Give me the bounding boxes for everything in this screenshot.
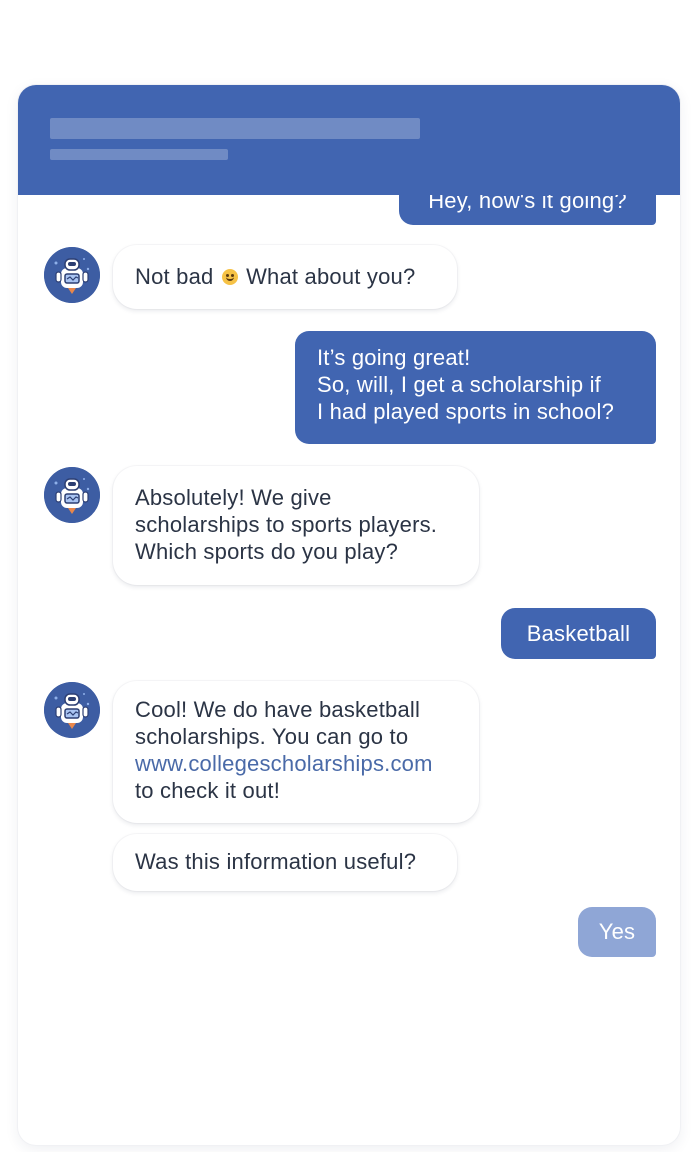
chat-window: Hey, how's it going? Not bad What about …: [18, 85, 680, 1145]
header-title-placeholder: [50, 118, 420, 139]
message-line: scholarships to sports players.: [135, 512, 438, 537]
smiling-face-icon: [221, 269, 238, 285]
quick-reply-yes-button[interactable]: Yes: [578, 907, 656, 957]
header-subtitle-placeholder: [50, 149, 228, 160]
bot-avatar: [44, 682, 100, 738]
message-line: Which sports do you play?: [135, 539, 399, 564]
chat-header: [18, 85, 680, 195]
scholarship-link[interactable]: www.collegescholarships.com: [135, 750, 457, 777]
robot-icon: [44, 247, 100, 303]
message-line: It’s going great!: [317, 345, 471, 370]
user-message: It’s going great! So, will, I get a scho…: [295, 331, 656, 444]
message-text-end: What about you?: [246, 264, 416, 289]
user-message: Basketball: [501, 608, 656, 659]
message-line: to check it out!: [135, 778, 281, 803]
message-line: I had played sports in school?: [317, 399, 615, 424]
bot-avatar: [44, 467, 100, 523]
bot-message: Was this information useful?: [113, 834, 457, 891]
bot-avatar: [44, 247, 100, 303]
message-text: Not bad What about you?: [135, 263, 435, 290]
bot-message: Cool! We do have basketball scholarships…: [113, 681, 479, 823]
bot-message: Absolutely! We give scholarships to spor…: [113, 466, 479, 585]
robot-icon: [44, 682, 100, 738]
message-text: Basketball: [526, 621, 631, 646]
robot-icon: [44, 467, 100, 523]
message-text-start: Not bad: [135, 264, 214, 289]
message-line: scholarships. You can go to: [135, 724, 409, 749]
message-text: Was this information useful?: [135, 849, 417, 874]
message-line: So, will, I get a scholarship if: [317, 372, 601, 397]
quick-reply-label: Yes: [598, 919, 636, 944]
message-line: Cool! We do have basketball: [135, 697, 421, 722]
message-line: Absolutely! We give: [135, 485, 332, 510]
bot-message: Not bad What about you?: [113, 245, 457, 309]
